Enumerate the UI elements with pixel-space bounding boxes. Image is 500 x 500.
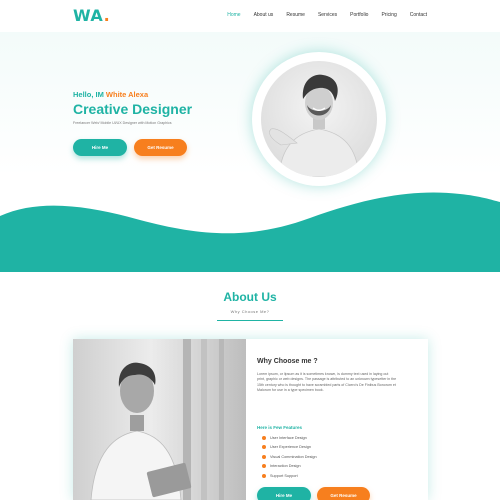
why-description: Lorem ipsum, or lipsum as it is sometime… (257, 372, 397, 393)
hero-greeting: Hello, IM White Alexa (73, 90, 148, 99)
hero-hire-button[interactable]: Hire Me (73, 139, 127, 156)
logo-text: WA (73, 6, 104, 25)
site-header: WA. Home About us Resume Services Portfo… (0, 0, 500, 32)
feature-label: Interaction Design (270, 464, 301, 469)
about-person-illustration (90, 339, 224, 500)
hero-name: White Alexa (105, 90, 149, 99)
main-nav: Home About us Resume Services Portfolio … (214, 12, 427, 18)
hero-person-illustration (269, 74, 360, 177)
hero-wave (0, 192, 500, 272)
why-title: Why Choose me ? (257, 358, 318, 365)
bullet-icon (262, 435, 266, 440)
hero-role: Creative Designer (73, 101, 193, 117)
nav-contact[interactable]: Contact (410, 12, 427, 18)
bullet-icon (262, 454, 266, 459)
features-title: Here is Few Features (257, 425, 303, 430)
about-subtitle: Why Choose Me? (230, 309, 270, 314)
logo[interactable]: WA. (73, 6, 110, 25)
feature-label: User Experience Design (270, 445, 311, 450)
logo-dot: . (103, 6, 111, 25)
greeting-prefix: Hello, IM (73, 90, 106, 99)
about-hire-button[interactable]: Hire Me (257, 487, 311, 500)
feature-item: Support Support (262, 471, 317, 481)
feature-item: User Experience Design (262, 443, 317, 453)
nav-about-us[interactable]: About us (254, 12, 274, 18)
nav-resume[interactable]: Resume (286, 12, 305, 18)
feature-label: User Interface Design (270, 435, 307, 440)
bullet-icon (262, 473, 266, 478)
nav-services[interactable]: Services (318, 12, 337, 18)
hero-tagline: Freelancer Web/ Mobile UI/UX Designer wi… (73, 121, 172, 125)
about-resume-button[interactable]: Get Resume (317, 487, 370, 500)
about-photo (73, 339, 246, 500)
feature-item: User Interface Design (262, 433, 317, 443)
nav-pricing[interactable]: Pricing (381, 12, 396, 18)
hero-portrait (261, 61, 377, 177)
feature-item: Interaction Design (262, 462, 317, 472)
bullet-icon (262, 445, 266, 450)
hero-resume-button[interactable]: Get Resume (134, 139, 187, 156)
about-divider (217, 320, 283, 321)
feature-label: Visual Commination Design (270, 454, 317, 459)
about-title: About Us (223, 290, 277, 304)
nav-portfolio[interactable]: Portfolio (350, 12, 368, 18)
features-list: User Interface Design User Experience De… (262, 433, 317, 481)
feature-item: Visual Commination Design (262, 452, 317, 462)
nav-home[interactable]: Home (227, 12, 240, 18)
bullet-icon (262, 464, 266, 469)
feature-label: Support Support (270, 473, 298, 478)
